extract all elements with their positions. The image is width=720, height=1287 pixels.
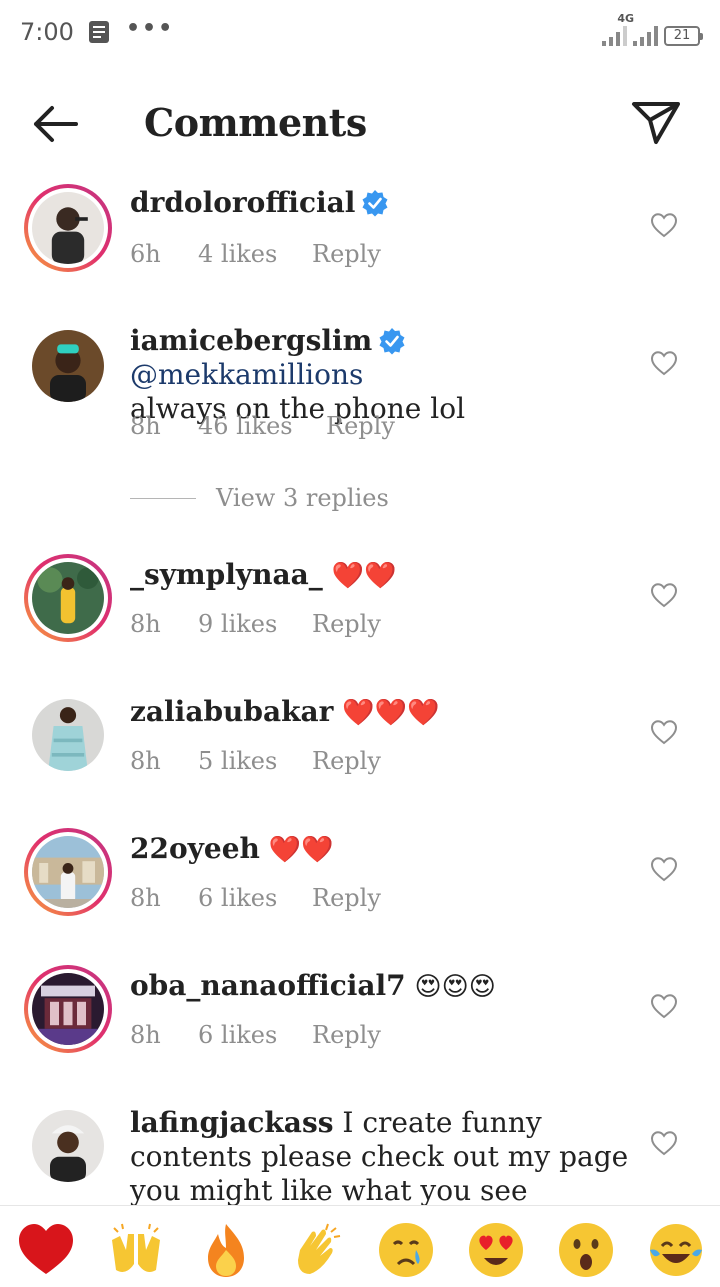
- paper-plane-icon[interactable]: [630, 98, 682, 146]
- avatar[interactable]: [24, 691, 112, 779]
- comment-text: 😍😍😍: [414, 972, 496, 1002]
- quick-reactions-bar: [0, 1205, 720, 1287]
- surprised-face-emoji-button[interactable]: [556, 1220, 616, 1280]
- comments-list[interactable]: drdolorofficial 6h 4 likes Reply iamiceb…: [0, 170, 720, 1205]
- heart-icon[interactable]: [650, 350, 678, 376]
- comment-username[interactable]: lafingjackass: [130, 1106, 333, 1139]
- page-title: Comments: [144, 100, 367, 145]
- comment-mention[interactable]: @mekkamillions: [130, 358, 363, 391]
- heart-icon[interactable]: [650, 993, 678, 1019]
- view-replies-divider: [130, 497, 196, 499]
- comment-time: 6h: [130, 240, 161, 268]
- verified-badge-icon: [379, 328, 405, 355]
- comment-username[interactable]: drdolorofficial: [130, 186, 355, 219]
- heart-icon[interactable]: [650, 719, 678, 745]
- verified-badge-icon: [362, 190, 388, 217]
- fire-emoji-button[interactable]: [196, 1220, 256, 1280]
- avatar[interactable]: [24, 965, 112, 1053]
- reply-button[interactable]: Reply: [312, 884, 381, 912]
- battery-icon: 21: [664, 26, 703, 46]
- comment-text: ❤️❤️: [268, 835, 334, 865]
- reply-button[interactable]: Reply: [326, 412, 395, 440]
- comment-time: 8h: [130, 412, 161, 440]
- comment-likes[interactable]: 6 likes: [198, 884, 312, 912]
- more-dots-icon: •••: [126, 16, 175, 41]
- heart-icon[interactable]: [650, 1130, 678, 1156]
- status-time: 7:00: [20, 18, 74, 46]
- tears-of-joy-emoji-button[interactable]: [646, 1220, 706, 1280]
- avatar[interactable]: [24, 184, 112, 272]
- avatar[interactable]: [24, 828, 112, 916]
- reply-button[interactable]: Reply: [312, 1021, 381, 1049]
- avatar[interactable]: [24, 322, 112, 410]
- arrow-left-icon[interactable]: [30, 102, 80, 146]
- comment-likes[interactable]: 5 likes: [198, 747, 312, 775]
- avatar[interactable]: [24, 554, 112, 642]
- comment-time: 8h: [130, 1021, 161, 1049]
- raising-hands-emoji-button[interactable]: [106, 1220, 166, 1280]
- red-heart-emoji-button[interactable]: [16, 1220, 76, 1280]
- header: Comments: [0, 80, 720, 170]
- reply-button[interactable]: Reply: [312, 610, 381, 638]
- reply-button[interactable]: Reply: [312, 747, 381, 775]
- comment-username[interactable]: 22oyeeh: [130, 832, 260, 865]
- heart-eyes-emoji-button[interactable]: [466, 1220, 526, 1280]
- comment-username[interactable]: _symplynaa_: [130, 558, 323, 591]
- signal-icon: [602, 24, 627, 46]
- view-replies-label: View 3 replies: [216, 484, 389, 512]
- signal-icon-2: [633, 24, 658, 46]
- comment-likes[interactable]: 4 likes: [198, 240, 312, 268]
- comment-username[interactable]: iamicebergslim: [130, 324, 372, 357]
- document-icon: [89, 21, 109, 43]
- comment-username[interactable]: oba_nanaofficial7: [130, 969, 406, 1002]
- comment-text: ❤️❤️❤️: [342, 698, 440, 728]
- comment-likes[interactable]: 46 likes: [198, 412, 326, 440]
- heart-icon[interactable]: [650, 582, 678, 608]
- reply-button[interactable]: Reply: [312, 240, 381, 268]
- comment-likes[interactable]: 6 likes: [198, 1021, 312, 1049]
- comment-username[interactable]: zaliabubakar: [130, 695, 333, 728]
- heart-icon[interactable]: [650, 212, 678, 238]
- view-replies-button[interactable]: View 3 replies: [130, 484, 389, 512]
- comment-time: 8h: [130, 610, 161, 638]
- clapping-hands-emoji-button[interactable]: [286, 1220, 346, 1280]
- crying-face-emoji-button[interactable]: [376, 1220, 436, 1280]
- comment-text: ❤️❤️: [331, 561, 397, 591]
- comment-time: 8h: [130, 747, 161, 775]
- heart-icon[interactable]: [650, 856, 678, 882]
- comment-likes[interactable]: 9 likes: [198, 610, 312, 638]
- status-bar: 7:00 ••• 4G 21: [0, 0, 720, 62]
- battery-level: 21: [673, 28, 691, 43]
- avatar[interactable]: [24, 1102, 112, 1190]
- comment-time: 8h: [130, 884, 161, 912]
